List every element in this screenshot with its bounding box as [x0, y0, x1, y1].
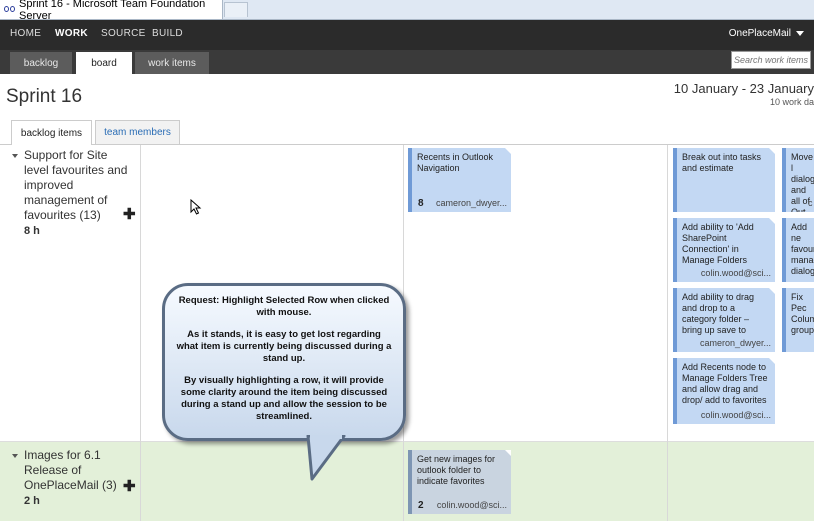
- annotation-callout: Request: Highlight Selected Row when cli…: [162, 283, 406, 481]
- task-card-title: Add Recents node to Manage Folders Tree …: [682, 362, 768, 405]
- task-board: Support for Site level favourites and im…: [0, 145, 814, 521]
- top-navigation: HOME WORK SOURCE BUILD OnePlaceMail: [0, 20, 814, 50]
- callout-tail: [306, 435, 346, 481]
- backlog-item-effort: 2 h: [24, 495, 40, 507]
- card-corner: [769, 148, 775, 154]
- task-assignee: colin.wood@sci...: [700, 268, 771, 278]
- account-menu[interactable]: OnePlaceMail: [729, 28, 804, 39]
- task-assignee: cameron_dwyer...: [435, 198, 507, 208]
- card-corner: [769, 358, 775, 364]
- callout-request: Request: Highlight Selected Row when cli…: [178, 295, 390, 318]
- backlog-item-title: Support for Site level favourites and im…: [24, 148, 128, 222]
- page-title: Sprint 16: [6, 86, 83, 107]
- task-assignee: c: [808, 198, 813, 208]
- mouse-cursor-icon: [190, 199, 202, 215]
- sprint-work-days: 10 work da: [769, 97, 814, 107]
- column-divider: [140, 145, 141, 521]
- add-task-icon[interactable]: ✚: [123, 477, 136, 495]
- task-card-title: Add ne favour manag dialog: [791, 222, 814, 276]
- card-corner: [769, 288, 775, 294]
- sub-navigation: backlog board work items: [0, 50, 814, 74]
- task-card-title: Add ability to drag and drop to a catego…: [682, 292, 755, 335]
- tab-backlog[interactable]: backlog: [10, 52, 72, 74]
- nav-work[interactable]: WORK: [55, 28, 88, 39]
- search-input[interactable]: [731, 51, 811, 69]
- collapse-icon[interactable]: [12, 154, 18, 158]
- card-corner: [769, 218, 775, 224]
- tfs-logo-icon: [4, 5, 15, 14]
- tab-backlog-items[interactable]: backlog items: [11, 120, 92, 145]
- column-divider: [667, 145, 668, 521]
- nav-build[interactable]: BUILD: [152, 28, 183, 39]
- task-card-title: Recents in Outlook Navigation: [417, 152, 494, 173]
- task-card[interactable]: Add Recents node to Manage Folders Tree …: [673, 358, 775, 424]
- backlog-item-title: Images for 6.1 Release of OnePlaceMail (…: [24, 448, 117, 492]
- tab-board[interactable]: board: [76, 52, 132, 74]
- account-name: OnePlaceMail: [728, 28, 791, 39]
- add-task-icon[interactable]: ✚: [123, 205, 136, 223]
- task-assignee: colin.wood@sci...: [700, 410, 771, 420]
- board-tabs: backlog items team members: [0, 120, 814, 145]
- task-card[interactable]: Add ability to 'Add SharePoint Connectio…: [673, 218, 775, 282]
- tab-team-members[interactable]: team members: [95, 120, 180, 144]
- task-remaining-work: 2: [418, 500, 424, 511]
- task-card[interactable]: Fix Pec Colum group: [782, 288, 814, 352]
- task-card[interactable]: Get new images for outlook folder to ind…: [408, 450, 511, 514]
- task-card[interactable]: Add ability to drag and drop to a catego…: [673, 288, 775, 352]
- nav-source[interactable]: SOURCE: [101, 28, 146, 39]
- tab-work-items[interactable]: work items: [135, 52, 209, 74]
- card-corner: [505, 148, 511, 154]
- browser-tab[interactable]: Sprint 16 - Microsoft Team Foundation Se…: [0, 0, 223, 22]
- task-card[interactable]: Add ne favour manag dialog: [782, 218, 814, 282]
- collapse-icon[interactable]: [12, 454, 18, 458]
- callout-context: As it stands, it is easy to get lost reg…: [176, 329, 392, 364]
- card-corner: [505, 450, 511, 456]
- new-tab-button[interactable]: [224, 2, 248, 17]
- chevron-down-icon: [796, 31, 804, 36]
- task-assignee: cameron_dwyer...: [699, 338, 771, 348]
- backlog-item[interactable]: Images for 6.1 Release of OnePlaceMail (…: [24, 448, 134, 509]
- nav-home[interactable]: HOME: [10, 28, 41, 39]
- task-card-title: Get new images for outlook folder to ind…: [417, 454, 496, 486]
- sprint-dates: 10 January - 23 January: [673, 81, 814, 96]
- task-card[interactable]: Move l dialog and all of Out c: [782, 148, 814, 212]
- backlog-item-effort: 8 h: [24, 225, 40, 237]
- task-card[interactable]: Break out into tasks and estimate: [673, 148, 775, 212]
- backlog-item[interactable]: Support for Site level favourites and im…: [24, 148, 134, 239]
- window-title: Sprint 16 - Microsoft Team Foundation Se…: [19, 0, 206, 22]
- task-card-title: Break out into tasks and estimate: [682, 152, 762, 173]
- task-card[interactable]: Recents in Outlook Navigation 8 cameron_…: [408, 148, 511, 212]
- task-card-title: Add ability to 'Add SharePoint Connectio…: [682, 222, 754, 265]
- callout-text: Request: Highlight Selected Row when cli…: [176, 295, 392, 433]
- browser-titlebar: Sprint 16 - Microsoft Team Foundation Se…: [0, 0, 814, 22]
- task-assignee: colin.wood@sci...: [436, 500, 507, 510]
- task-card-title: Fix Pec Colum group: [791, 292, 814, 335]
- task-remaining-work: 8: [418, 198, 424, 209]
- callout-benefit: By visually highlighting a row, it will …: [180, 375, 388, 422]
